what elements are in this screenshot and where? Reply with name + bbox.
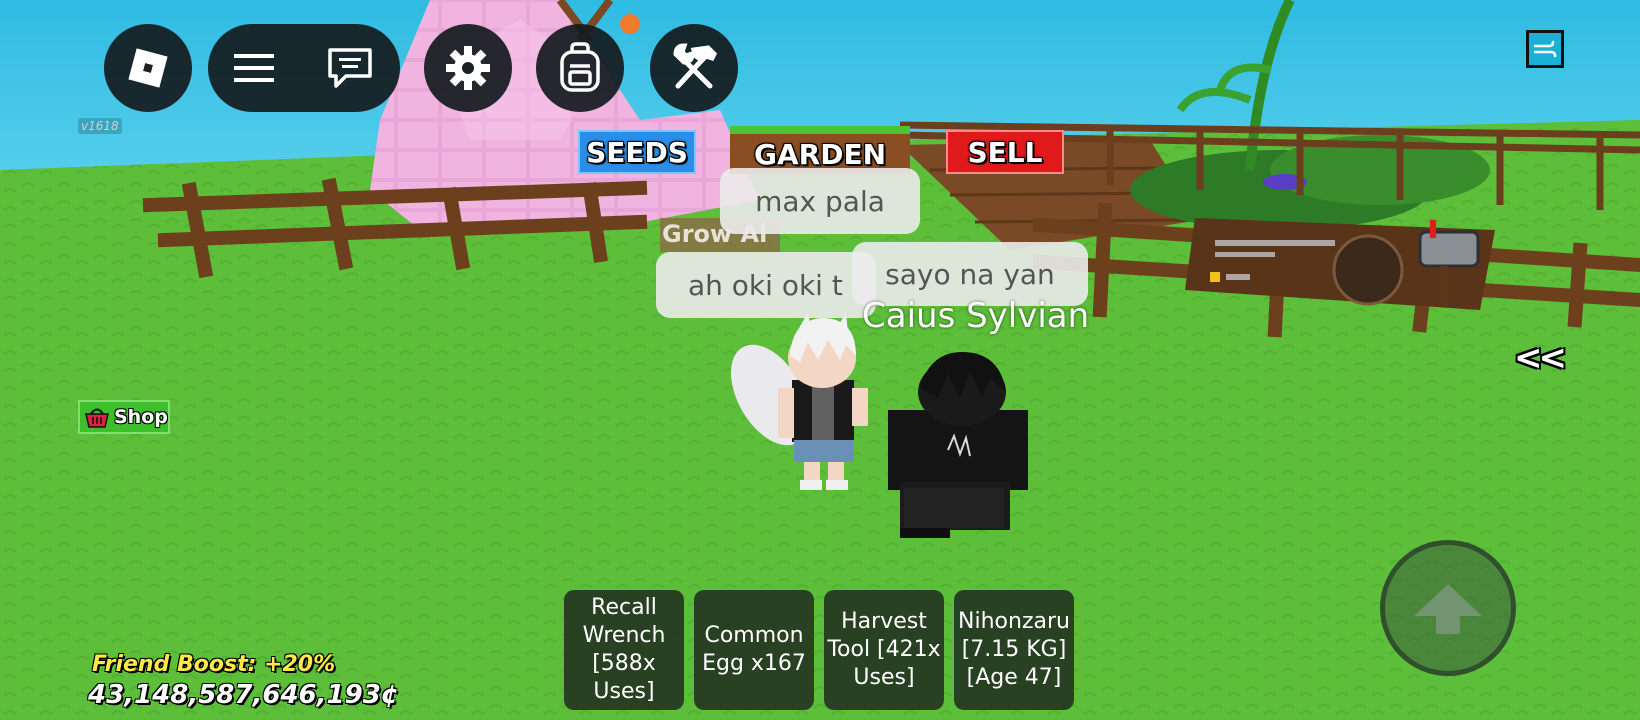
basket-icon xyxy=(85,408,109,428)
chat-button[interactable] xyxy=(326,46,374,90)
build-tools-button[interactable] xyxy=(650,24,738,112)
backpack-icon xyxy=(560,42,600,92)
menu-chat-pill xyxy=(208,24,400,112)
money-counter: 43,148,587,646,193¢ xyxy=(88,680,399,710)
wind-icon xyxy=(1533,40,1557,58)
menu-icon xyxy=(234,54,274,82)
jump-arrow-icon xyxy=(1414,584,1482,634)
garden-button[interactable]: GARDEN xyxy=(730,126,910,174)
backpack-button[interactable] xyxy=(536,24,624,112)
hotbar-slot-harvest-tool[interactable]: Harvest Tool [421x Uses] xyxy=(824,590,944,710)
version-label: v1618 xyxy=(78,118,122,134)
hotbar-slot-recall-wrench[interactable]: Recall Wrench [588x Uses] xyxy=(564,590,684,710)
game-viewport[interactable]: v1618 SEEDS GARDEN SELL Grow Al max pala… xyxy=(0,0,1640,720)
player-name-label: Caius Sylvian xyxy=(862,296,1090,336)
hotbar-slot-label: Common Egg x167 xyxy=(702,623,806,676)
chat-icon xyxy=(328,48,372,88)
menu-button[interactable] xyxy=(234,52,274,84)
chat-bubble: max pala xyxy=(720,168,920,234)
settings-button[interactable] xyxy=(424,24,512,112)
shop-label: Shop xyxy=(114,406,168,428)
tools-icon xyxy=(673,43,718,89)
hotbar-slot-common-egg[interactable]: Common Egg x167 xyxy=(694,590,814,710)
chat-bubble: ah oki oki t xyxy=(656,252,876,318)
sell-button[interactable]: SELL xyxy=(946,130,1064,174)
jump-button[interactable] xyxy=(1380,540,1516,676)
hotbar-slot-nihonzaru[interactable]: Nihonzaru [7.15 KG] [Age 47] xyxy=(954,590,1074,710)
hotbar-slot-label: Nihonzaru [7.15 KG] [Age 47] xyxy=(958,609,1070,690)
roblox-menu-button[interactable] xyxy=(104,24,192,112)
hotbar-slot-label: Harvest Tool [421x Uses] xyxy=(827,609,941,690)
gear-icon xyxy=(446,46,490,90)
friend-boost-label: Friend Boost: +20% xyxy=(92,652,336,677)
hotbar-slot-label: Recall Wrench [588x Uses] xyxy=(582,595,666,704)
sprint-toggle-button[interactable] xyxy=(1526,30,1564,68)
collapse-arrows-button[interactable]: << xyxy=(1514,338,1567,378)
seeds-button[interactable]: SEEDS xyxy=(578,130,696,174)
shop-button[interactable]: Shop xyxy=(78,400,170,434)
roblox-logo-icon xyxy=(128,48,168,88)
